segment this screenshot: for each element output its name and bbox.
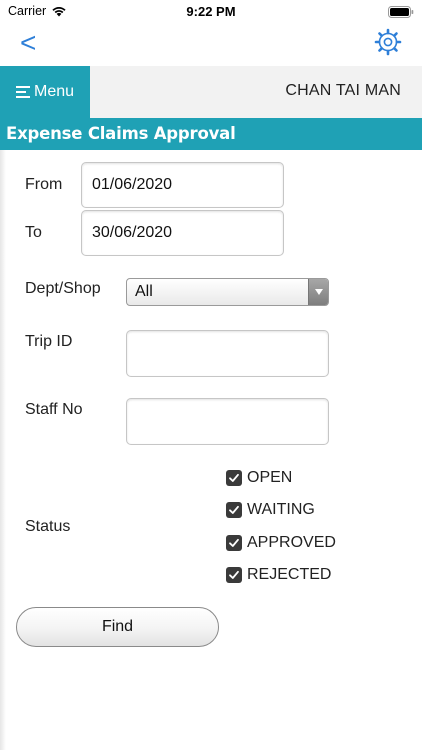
to-label: To: [25, 224, 42, 241]
dept-shop-selected-value: All: [135, 283, 153, 300]
checkbox-checked-icon[interactable]: [226, 535, 242, 551]
dept-shop-label: Dept/Shop: [25, 280, 101, 297]
battery-icon: [388, 5, 414, 23]
find-button[interactable]: Find: [16, 607, 219, 647]
status-option-label: OPEN: [247, 469, 293, 486]
status-option-open[interactable]: OPEN: [226, 468, 292, 488]
to-date-field[interactable]: 30/06/2020: [81, 210, 284, 256]
header-strip: Menu CHAN TAI MAN: [0, 66, 422, 118]
page-title-bar: Expense Claims Approval: [0, 118, 422, 150]
checkbox-checked-icon[interactable]: [226, 567, 242, 583]
status-option-waiting[interactable]: WAITING: [226, 500, 315, 520]
status-option-label: APPROVED: [247, 534, 336, 551]
user-name: CHAN TAI MAN: [285, 82, 401, 99]
menu-label: Menu: [33, 83, 75, 100]
menu-button[interactable]: Menu: [0, 66, 90, 118]
navigation-bar: <: [0, 22, 422, 66]
chevron-down-icon: [308, 279, 328, 305]
from-label: From: [25, 176, 63, 193]
staff-no-input[interactable]: [126, 398, 329, 445]
dept-shop-select[interactable]: All: [126, 278, 329, 306]
status-option-label: WAITING: [247, 501, 315, 518]
checkbox-checked-icon[interactable]: [226, 470, 242, 486]
status-option-rejected[interactable]: REJECTED: [226, 565, 331, 585]
status-bar: Carrier 9:22 PM: [0, 0, 422, 22]
status-option-label: REJECTED: [247, 566, 332, 583]
clock-time: 9:22 PM: [186, 4, 236, 19]
left-edge-shadow: [0, 150, 6, 750]
trip-id-label: Trip ID: [25, 333, 73, 350]
back-button[interactable]: <: [20, 27, 36, 59]
trip-id-input[interactable]: [126, 330, 329, 377]
status-option-approved[interactable]: APPROVED: [226, 533, 336, 553]
from-date-field[interactable]: 01/06/2020: [81, 162, 284, 208]
status-label: Status: [25, 518, 71, 535]
staff-no-label: Staff No: [25, 401, 83, 418]
page-title: Expense Claims Approval: [6, 124, 236, 143]
gear-icon[interactable]: [374, 28, 402, 56]
checkbox-checked-icon[interactable]: [226, 502, 242, 518]
menu-icon: [15, 86, 30, 98]
